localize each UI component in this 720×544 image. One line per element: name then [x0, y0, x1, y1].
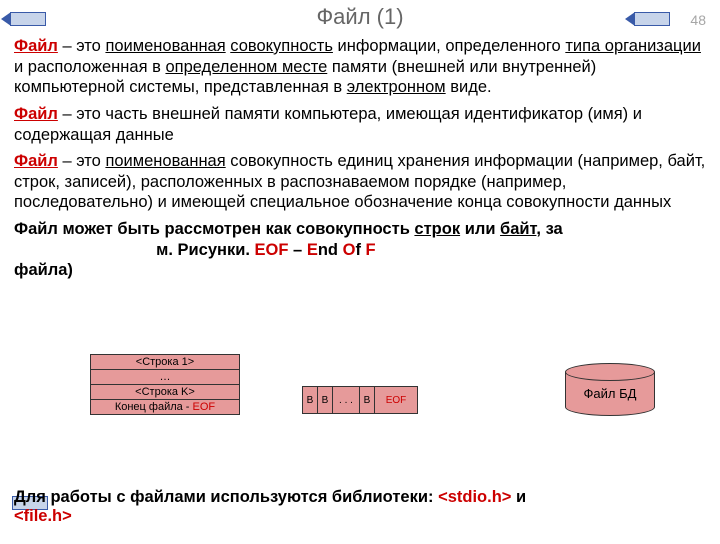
string-row: <Строка K> [90, 384, 240, 400]
footer-lib2: <file.h> [14, 507, 72, 525]
page-number: 48 [690, 12, 706, 28]
db-file-cylinder: Файл БД [565, 372, 655, 420]
definition-4: Файл может быть рассмотрен как совокупно… [14, 219, 706, 281]
byte-cell: . . . [332, 386, 360, 414]
nav-back-top[interactable] [10, 12, 46, 26]
string-row-eof: Конец файла - EOF [90, 399, 240, 415]
keyword-file: Файл [14, 105, 58, 123]
page-title: Файл (1) [0, 4, 720, 30]
byte-cell-eof: EOF [374, 386, 418, 414]
diagram-area: <Строка 1> … <Строка K> Конец файла - EO… [0, 354, 720, 474]
footer: Для работы с файлами используются библио… [14, 488, 706, 526]
keyword-file: Файл [14, 152, 58, 170]
string-file-diagram: <Строка 1> … <Строка K> Конец файла - EO… [90, 354, 240, 414]
content-area: Файл – это поименованная совокупность ин… [0, 30, 720, 281]
keyword-file: Файл [14, 37, 58, 55]
string-row-ellipsis: … [90, 369, 240, 385]
footer-text: Для работы с файлами используются библио… [14, 488, 526, 506]
nav-back-right[interactable] [634, 12, 670, 26]
definition-1: Файл – это поименованная совокупность ин… [14, 36, 706, 98]
byte-file-diagram: B B . . . B EOF [302, 386, 417, 414]
definition-3: Файл – это поименованная совокупность ед… [14, 151, 706, 213]
byte-cell: B [302, 386, 318, 414]
definition-2: Файл – это часть внешней памяти компьюте… [14, 104, 706, 145]
byte-cell: B [359, 386, 375, 414]
byte-cell: B [317, 386, 333, 414]
string-row: <Строка 1> [90, 354, 240, 370]
